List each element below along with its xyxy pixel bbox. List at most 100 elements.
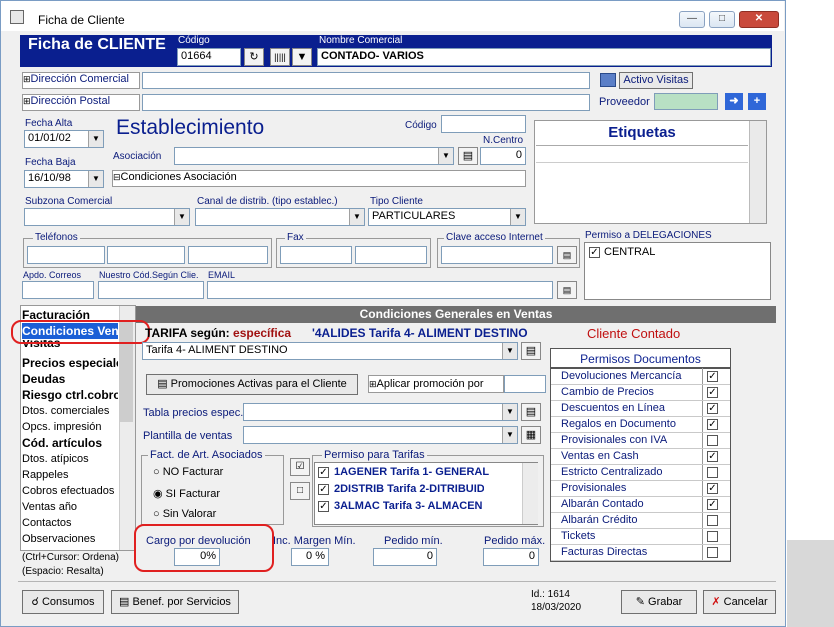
permiso-row[interactable]: Regalos en Documento ✓ — [551, 417, 730, 433]
tarifa-checkbox[interactable]: ✓ — [318, 501, 329, 512]
proveedor-input[interactable] — [654, 93, 718, 110]
fax-2-input[interactable] — [355, 246, 427, 264]
subzona-select[interactable] — [24, 208, 190, 226]
close-button[interactable]: ✕ — [739, 11, 779, 28]
nav-item[interactable]: Cód. artículos — [22, 435, 118, 451]
notes-icon[interactable]: ▤ — [521, 403, 541, 421]
permiso-row[interactable]: Estricto Centralizado — [551, 465, 730, 481]
permiso-checkbox[interactable]: ✓ — [707, 403, 718, 414]
tabla-precios-select[interactable] — [243, 403, 518, 421]
cancelar-button[interactable]: ✗ Cancelar — [703, 590, 776, 614]
scrollbar[interactable] — [749, 121, 766, 223]
delegacion-checkbox[interactable]: ✓ — [589, 247, 600, 258]
nav-item[interactable]: Deudas — [22, 371, 118, 387]
est-codigo-input[interactable] — [441, 115, 526, 133]
add-icon[interactable]: + — [748, 93, 766, 110]
permiso-checkbox[interactable] — [707, 467, 718, 478]
telefono-3-input[interactable] — [188, 246, 268, 264]
permiso-checkbox[interactable]: ✓ — [707, 387, 718, 398]
permiso-row[interactable]: Provisionales ✓ — [551, 481, 730, 497]
nav-item[interactable]: Rappeles — [22, 467, 68, 483]
plantilla-select[interactable] — [243, 426, 518, 444]
filter-icon[interactable]: ▼ — [292, 48, 312, 66]
aplicar-promo-input[interactable] — [504, 375, 546, 393]
notes-icon[interactable]: ▤ — [458, 147, 478, 165]
tarifa-checkbox[interactable]: ✓ — [318, 467, 329, 478]
permiso-checkbox[interactable] — [707, 547, 718, 558]
refresh-icon[interactable]: ↻ — [244, 48, 264, 66]
inc-margen-input[interactable]: 0 % — [291, 548, 329, 566]
barcode-icon[interactable]: ||||| — [270, 48, 290, 66]
radio-si-facturar[interactable]: ◉ SI Facturar — [153, 487, 220, 500]
permiso-checkbox[interactable]: ✓ — [707, 419, 718, 430]
permiso-row[interactable]: Albarán Contado ✓ — [551, 497, 730, 513]
check-all-icon[interactable]: ☑ — [290, 458, 310, 476]
telefono-1-input[interactable] — [27, 246, 105, 264]
email-input[interactable] — [207, 281, 553, 299]
chevron-down-icon[interactable]: ▼ — [502, 343, 517, 359]
permiso-checkbox[interactable] — [707, 515, 718, 526]
codigo-input[interactable]: 01664 — [177, 48, 241, 66]
nav-item[interactable]: Riesgo ctrl.cobro — [22, 387, 118, 403]
permiso-checkbox[interactable]: ✓ — [707, 499, 718, 510]
permiso-checkbox[interactable] — [707, 435, 718, 446]
condiciones-asociacion-row[interactable]: ⊟Condiciones Asociación — [112, 170, 526, 187]
nav-item[interactable]: Opcs. impresión — [22, 419, 101, 435]
permiso-row[interactable]: Facturas Directas — [551, 545, 730, 561]
canal-select[interactable] — [195, 208, 365, 226]
chevron-down-icon[interactable]: ▼ — [502, 427, 517, 443]
consumos-button[interactable]: ☌ Consumos — [22, 590, 104, 614]
fax-1-input[interactable] — [280, 246, 352, 264]
minimize-button[interactable]: — — [679, 11, 705, 28]
save-disk-icon[interactable]: ▦ — [521, 426, 541, 444]
permiso-checkbox[interactable]: ✓ — [707, 483, 718, 494]
nav-item[interactable]: Ventas año — [22, 499, 77, 515]
chevron-down-icon[interactable]: ▼ — [510, 209, 525, 225]
permiso-row[interactable]: Cambio de Precios ✓ — [551, 385, 730, 401]
permiso-row[interactable]: Descuentos en Línea ✓ — [551, 401, 730, 417]
apdo-input[interactable] — [22, 281, 94, 299]
direccion-postal-input[interactable] — [142, 94, 590, 111]
permiso-checkbox[interactable] — [707, 531, 718, 542]
chevron-down-icon[interactable]: ▼ — [438, 148, 453, 164]
notes-icon[interactable]: ▤ — [521, 342, 541, 360]
aplicar-promo-row[interactable]: ⊞Aplicar promoción por — [368, 375, 504, 393]
grabar-button[interactable]: ✎ Grabar — [621, 590, 697, 614]
nav-item[interactable]: Dtos. comerciales — [22, 403, 109, 419]
promociones-button[interactable]: ▤ Promociones Activas para el Cliente — [146, 374, 358, 395]
radio-sin-valorar[interactable]: ○ Sin Valorar — [153, 508, 216, 520]
permiso-row[interactable]: Albarán Crédito — [551, 513, 730, 529]
activo-visitas-button[interactable]: Activo Visitas — [619, 72, 693, 89]
pedido-min-input[interactable]: 0 — [373, 548, 437, 566]
chevron-down-icon[interactable]: ▼ — [349, 209, 364, 225]
chevron-down-icon[interactable]: ▼ — [88, 171, 103, 187]
go-arrow-icon[interactable]: ➜ — [725, 93, 743, 110]
maximize-button[interactable]: □ — [709, 11, 735, 28]
permiso-row[interactable]: Provisionales con IVA — [551, 433, 730, 449]
chevron-down-icon[interactable]: ▼ — [502, 404, 517, 420]
pedido-max-input[interactable]: 0 — [483, 548, 539, 566]
permiso-checkbox[interactable]: ✓ — [707, 451, 718, 462]
permiso-row[interactable]: Ventas en Cash ✓ — [551, 449, 730, 465]
direccion-comercial-input[interactable] — [142, 72, 590, 89]
radio-no-facturar[interactable]: ○ NO Facturar — [153, 466, 223, 478]
permiso-row[interactable]: Devoluciones Mercancía ✓ — [551, 369, 730, 385]
keyboard-icon[interactable]: ▤ — [557, 246, 577, 264]
email-icon[interactable]: ▤ — [557, 281, 577, 299]
permiso-row[interactable]: Tickets — [551, 529, 730, 545]
cod-cliente-input[interactable] — [98, 281, 204, 299]
tarifa-select[interactable]: Tarifa 4- ALIMENT DESTINO — [142, 342, 518, 360]
nav-item[interactable]: Dtos. atípicos — [22, 451, 89, 467]
asociacion-select[interactable] — [174, 147, 454, 165]
nav-item[interactable]: Observaciones — [22, 531, 95, 547]
chevron-down-icon[interactable]: ▼ — [174, 209, 189, 225]
chevron-down-icon[interactable]: ▼ — [88, 131, 103, 147]
nav-item[interactable]: Contactos — [22, 515, 72, 531]
clave-input[interactable] — [441, 246, 553, 264]
nav-item[interactable]: Precios especiales — [22, 355, 118, 371]
tarifa-checkbox[interactable]: ✓ — [318, 484, 329, 495]
tipo-cliente-select[interactable]: PARTICULARES — [368, 208, 526, 226]
tarifas-scrollbar[interactable] — [522, 463, 538, 524]
benef-button[interactable]: ▤ Benef. por Servicios — [111, 590, 239, 614]
direccion-postal-row[interactable]: ⊞Dirección Postal — [22, 94, 140, 111]
